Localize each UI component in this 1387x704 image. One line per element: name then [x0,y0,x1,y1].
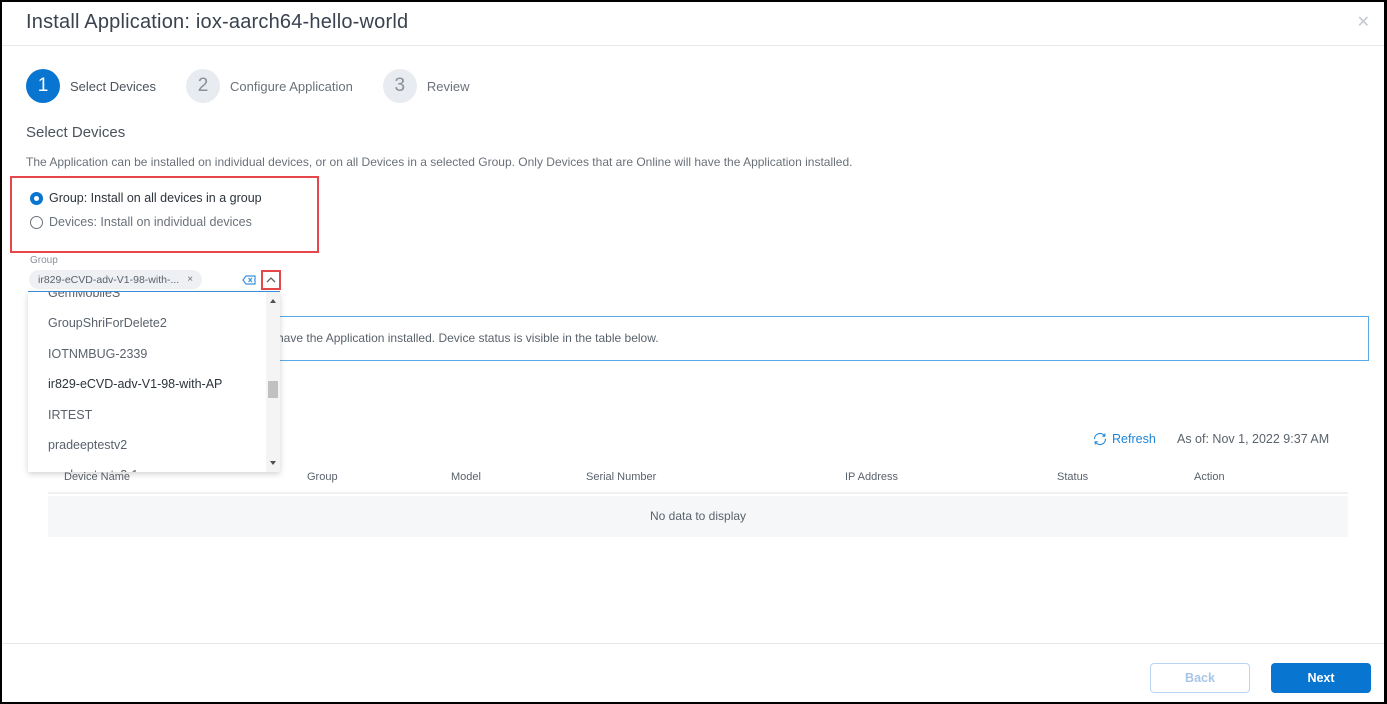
radio-label: Devices: Install on individual devices [49,215,252,229]
radio-label: Group: Install on all devices in a group [49,191,262,205]
install-application-modal: Install Application: iox-aarch64-hello-w… [2,2,1384,702]
dropdown-item[interactable]: pradeeptestv2 [28,430,266,460]
radio-button[interactable] [30,215,43,229]
close-icon[interactable]: ✕ [1357,12,1370,32]
dropdown-item[interactable]: GroupShriForDelete2 [28,308,266,338]
step-review[interactable]: 3 Review [382,69,470,103]
section-description: The Application can be installed on indi… [26,155,853,169]
scroll-up-icon[interactable] [270,299,276,303]
scroll-down-icon[interactable] [270,461,276,465]
chip-remove-icon[interactable]: × [187,274,193,285]
step-label: Review [426,78,470,94]
column-device-name[interactable]: Device Name [64,471,130,483]
column-serial-number[interactable]: Serial Number [586,471,656,483]
modal-title: Install Application: iox-aarch64-hello-w… [26,11,409,33]
radio-button-checked[interactable] [30,191,43,205]
selected-group-chip: ir829-eCVD-adv-V1-98-with-... × [29,270,203,289]
dropdown-item-selected[interactable]: ir829-eCVD-adv-V1-98-with-AP [28,369,266,399]
column-ip-address[interactable]: IP Address [845,471,898,483]
chip-label: ir829-eCVD-adv-V1-98-with-... [38,273,180,286]
modal-header: Install Application: iox-aarch64-hello-w… [2,2,1384,46]
dropdown-item[interactable]: IOTNMBUG-2339 [28,339,266,369]
dropdown-scrollbar[interactable] [266,292,280,472]
chevron-up-icon [266,277,276,283]
group-field-label: Group [30,255,58,266]
radio-group-install[interactable]: Group: Install on all devices in a group [30,191,262,205]
refresh-label: Refresh [1112,432,1156,446]
group-dropdown-list[interactable]: GemMobileS GroupShriForDelete2 IOTNMBUG-… [28,292,280,472]
radio-devices-install[interactable]: Devices: Install on individual devices [30,215,252,229]
table-empty-state: No data to display [48,496,1348,537]
refresh-button[interactable]: Refresh [1092,432,1156,446]
next-button[interactable]: Next [1271,663,1371,693]
back-button[interactable]: Back [1150,663,1250,693]
column-status[interactable]: Status [1057,471,1088,483]
scrollbar-thumb[interactable] [268,381,278,398]
last-updated-timestamp: As of: Nov 1, 2022 9:37 AM [1177,432,1330,446]
step-select-devices[interactable]: 1 Select Devices [26,69,156,103]
dropdown-toggle[interactable] [261,270,281,290]
step-label: Select Devices [70,78,156,94]
clear-input-icon[interactable] [242,275,256,285]
dropdown-item[interactable]: pradeeptestv2-1 [28,460,266,472]
footer-divider [2,643,1384,644]
column-model[interactable]: Model [451,471,481,483]
dropdown-item[interactable]: GemMobileS [28,292,266,308]
step-label: Configure Application [229,78,353,94]
column-group[interactable]: Group [307,471,338,483]
section-title: Select Devices [26,124,126,141]
step-number: 2 [185,69,220,103]
step-configure-application[interactable]: 2 Configure Application [185,69,353,103]
wizard-steps: 1 Select Devices 2 Configure Application… [26,69,499,103]
column-action[interactable]: Action [1194,471,1225,483]
step-number: 1 [26,69,60,103]
step-number: 3 [382,69,417,103]
refresh-icon [1093,432,1107,446]
dropdown-item[interactable]: IRTEST [28,400,266,430]
